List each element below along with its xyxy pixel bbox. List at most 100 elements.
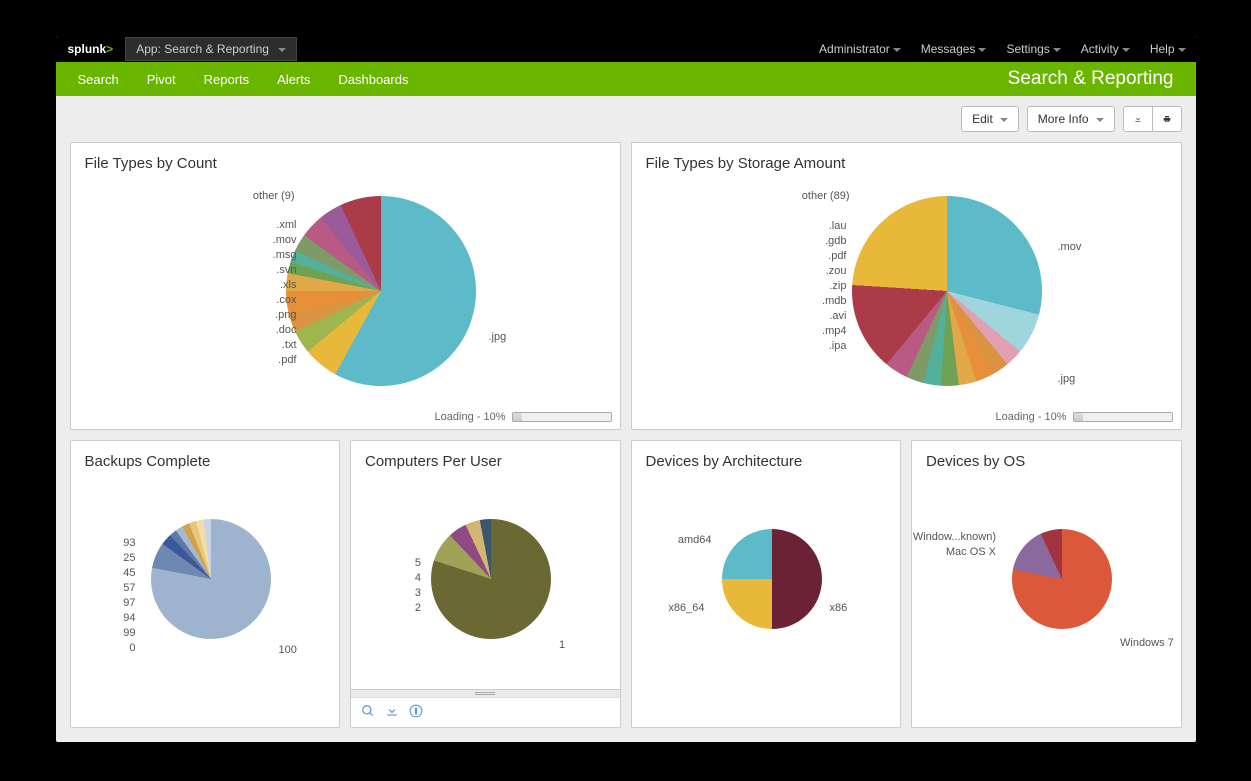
- pie-label: 97: [111, 597, 136, 609]
- pie-label: other (9): [235, 190, 295, 202]
- pie-label: .ipa: [807, 340, 847, 352]
- print-button[interactable]: [1152, 106, 1182, 132]
- panel-devices-by-os: Devices by OS Windows 7 Mac OS X Window.…: [911, 440, 1182, 728]
- nav-pivot[interactable]: Pivot: [133, 72, 190, 87]
- pie-chart[interactable]: [722, 529, 822, 629]
- pie-label: .mov: [257, 234, 297, 246]
- pie-label: 94: [111, 612, 136, 624]
- pie-label: .txt: [257, 339, 297, 351]
- panel-actions: [351, 697, 620, 727]
- pie-chart[interactable]: [286, 196, 476, 386]
- pie-label: 93: [111, 537, 136, 549]
- topbar-activity[interactable]: Activity: [1071, 42, 1140, 56]
- pie-label: .cox: [257, 294, 297, 306]
- pie-label: .png: [257, 309, 297, 321]
- pie-chart[interactable]: [852, 196, 1042, 386]
- search-icon[interactable]: [361, 704, 375, 721]
- pie-label: 0: [111, 642, 136, 654]
- panel-computers-per-user: Computers Per User 1 2 3 4 5: [350, 440, 621, 728]
- pie-chart[interactable]: [151, 519, 271, 639]
- topbar: splunk App: Search & Reporting Administr…: [56, 36, 1196, 62]
- pie-label: 2: [401, 602, 421, 614]
- print-icon: [1163, 112, 1171, 126]
- pie-label: .mp4: [807, 325, 847, 337]
- pie-label: other (89): [780, 190, 850, 202]
- more-info-button[interactable]: More Info: [1027, 106, 1115, 132]
- panel-handle[interactable]: [351, 689, 620, 697]
- pie-label: .jpg: [1058, 373, 1076, 385]
- pie-label: .jpg: [489, 331, 507, 343]
- chevron-down-icon: [1175, 42, 1186, 56]
- download-button[interactable]: [1123, 106, 1153, 132]
- topbar-settings[interactable]: Settings: [996, 42, 1070, 56]
- pie-label: .zip: [807, 280, 847, 292]
- nav-dashboards[interactable]: Dashboards: [324, 72, 422, 87]
- pie-label: .doc: [257, 324, 297, 336]
- pie-label: Mac OS X: [914, 546, 996, 558]
- topbar-administrator[interactable]: Administrator: [809, 42, 911, 56]
- pie-label: x86: [830, 602, 848, 614]
- progress-bar: [1073, 412, 1173, 422]
- panel-title: Devices by Architecture: [632, 441, 901, 474]
- info-icon[interactable]: [409, 704, 423, 721]
- pie-label: .mov: [1058, 241, 1082, 253]
- chevron-down-icon: [890, 42, 901, 56]
- pie-label: .gdb: [807, 235, 847, 247]
- chevron-down-icon: [997, 112, 1008, 126]
- pie-label: 99: [111, 627, 136, 639]
- panel-title: Backups Complete: [71, 441, 340, 474]
- splunk-logo: splunk: [56, 42, 126, 56]
- pie-label: amd64: [657, 534, 712, 546]
- pie-label: .xml: [257, 219, 297, 231]
- pie-label: 25: [111, 552, 136, 564]
- pie-chart[interactable]: [1012, 529, 1112, 629]
- loading-text: Loading - 10%: [435, 411, 506, 423]
- pie-label: 100: [279, 644, 297, 656]
- app-nav: Search Pivot Reports Alerts Dashboards S…: [56, 62, 1196, 96]
- app-title: Search & Reporting: [994, 68, 1188, 90]
- pie-label: .lau: [807, 220, 847, 232]
- nav-alerts[interactable]: Alerts: [263, 72, 324, 87]
- pie-label: 45: [111, 567, 136, 579]
- pie-label: 3: [401, 587, 421, 599]
- progress-bar: [512, 412, 612, 422]
- download-icon[interactable]: [385, 704, 399, 721]
- pie-label: .msg: [257, 249, 297, 261]
- panel-file-types-by-count: File Types by Count .jpg .pdf .txt .doc …: [70, 142, 621, 430]
- chevron-down-icon: [275, 42, 286, 56]
- pie-label: 57: [111, 582, 136, 594]
- chevron-down-icon: [1093, 112, 1104, 126]
- pie-label: Window...known): [908, 531, 996, 543]
- pie-label: .svn: [257, 264, 297, 276]
- panel-title: Computers Per User: [351, 441, 620, 474]
- panel-file-types-by-storage: File Types by Storage Amount .jpg .mov .…: [631, 142, 1182, 430]
- panel-devices-by-architecture: Devices by Architecture x86 amd64 x86_64: [631, 440, 902, 728]
- pie-label: .avi: [807, 310, 847, 322]
- panel-backups-complete: Backups Complete 100 0 99 94 97 57 45 25…: [70, 440, 341, 728]
- topbar-help[interactable]: Help: [1140, 42, 1196, 56]
- pie-chart[interactable]: [431, 519, 551, 639]
- edit-button[interactable]: Edit: [961, 106, 1019, 132]
- pie-label: Windows 7: [1120, 637, 1174, 649]
- pie-label: .zou: [807, 265, 847, 277]
- chevron-down-icon: [1050, 42, 1061, 56]
- app-selector-label: App: Search & Reporting: [136, 42, 269, 56]
- pie-label: .pdf: [257, 354, 297, 366]
- dashboard-toolbar: Edit More Info: [56, 96, 1196, 142]
- nav-reports[interactable]: Reports: [190, 72, 264, 87]
- pie-label: 4: [401, 572, 421, 584]
- panel-title: File Types by Count: [71, 143, 620, 176]
- pie-label: .xls: [257, 279, 297, 291]
- chevron-down-icon: [1119, 42, 1130, 56]
- panel-title: Devices by OS: [912, 441, 1181, 474]
- pie-label: 1: [559, 639, 565, 651]
- topbar-messages[interactable]: Messages: [911, 42, 997, 56]
- pie-label: x86_64: [650, 602, 705, 614]
- pie-label: 5: [401, 557, 421, 569]
- panel-title: File Types by Storage Amount: [632, 143, 1181, 176]
- pie-label: .pdf: [807, 250, 847, 262]
- nav-search[interactable]: Search: [64, 72, 133, 87]
- pie-label: .mdb: [807, 295, 847, 307]
- chevron-down-icon: [975, 42, 986, 56]
- app-selector[interactable]: App: Search & Reporting: [125, 37, 297, 61]
